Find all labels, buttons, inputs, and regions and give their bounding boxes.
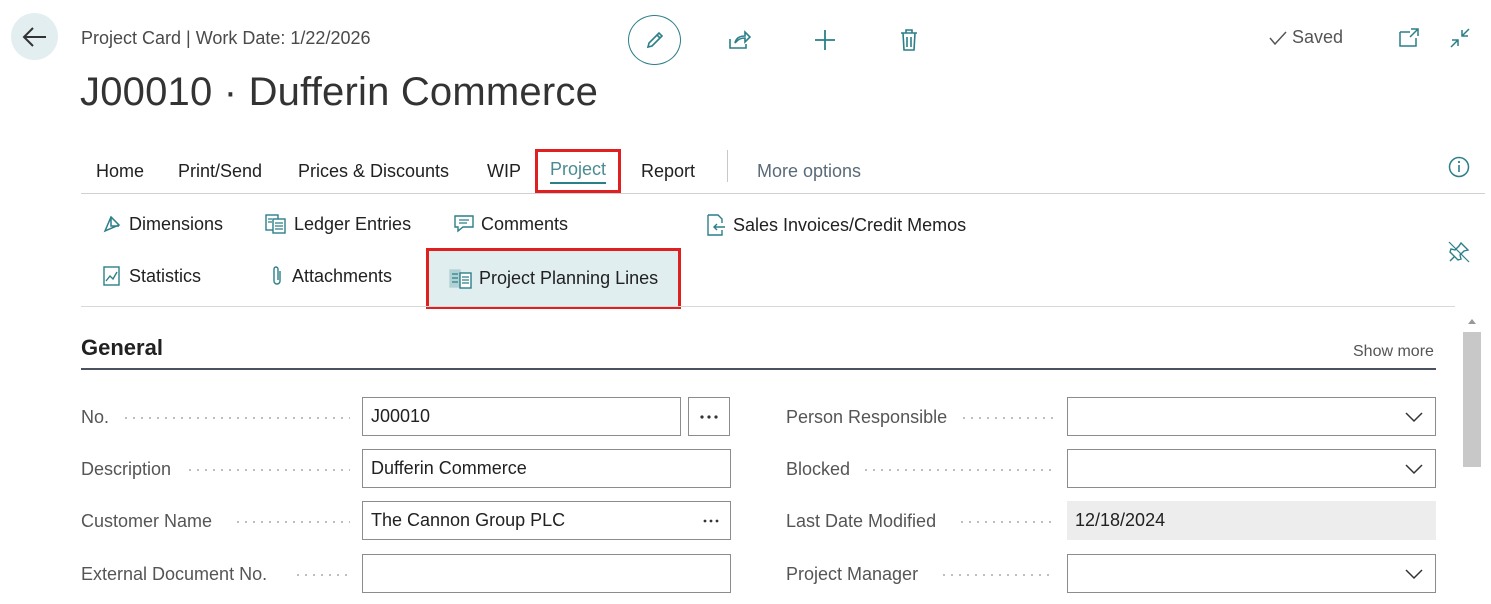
saved-status: Saved bbox=[1268, 27, 1343, 48]
label-leader-dots bbox=[122, 417, 350, 419]
trash-icon bbox=[901, 29, 917, 51]
label-leader-dots bbox=[960, 417, 1055, 419]
section-title-general: General bbox=[81, 335, 163, 360]
info-button[interactable] bbox=[1443, 151, 1475, 183]
back-button[interactable] bbox=[11, 13, 58, 60]
pencil-icon bbox=[646, 31, 663, 49]
top-actions bbox=[628, 14, 925, 66]
customer-name-field[interactable]: The Cannon Group PLC bbox=[362, 501, 731, 540]
page-caption: Project Card | Work Date: 1/22/2026 bbox=[81, 28, 371, 48]
tab-report[interactable]: Report bbox=[641, 150, 695, 192]
label-leader-dots bbox=[940, 574, 1055, 576]
open-new-window-button[interactable] bbox=[1393, 22, 1425, 54]
chevron-down-icon bbox=[1405, 412, 1423, 423]
field-label-person-responsible: Person Responsible bbox=[786, 407, 948, 427]
dimensions-action[interactable]: Dimensions bbox=[101, 213, 223, 235]
content-divider bbox=[81, 306, 1455, 307]
action-bar: Home Print/Send Prices & Discounts WIP P… bbox=[81, 149, 1485, 194]
info-icon bbox=[1448, 156, 1470, 178]
tab-project[interactable]: Project bbox=[535, 149, 622, 193]
last-date-modified-value: 12/18/2024 bbox=[1067, 501, 1436, 540]
chevron-down-icon bbox=[1405, 464, 1423, 475]
ellipsis-icon[interactable] bbox=[702, 518, 720, 524]
collapse-button[interactable] bbox=[1444, 22, 1476, 54]
tab-prices-discounts[interactable]: Prices & Discounts bbox=[298, 150, 449, 192]
page-title: J00010 · Dufferin Commerce bbox=[80, 70, 599, 114]
statistics-action[interactable]: Statistics bbox=[101, 265, 201, 287]
label-leader-dots bbox=[294, 574, 350, 576]
arrow-left-icon bbox=[22, 26, 46, 47]
field-label-blocked: Blocked bbox=[786, 459, 851, 479]
no-field[interactable]: J00010 bbox=[362, 397, 681, 436]
tab-wip[interactable]: WIP bbox=[487, 150, 521, 192]
attachments-action[interactable]: Attachments bbox=[268, 265, 392, 287]
planning-lines-icon bbox=[449, 268, 472, 289]
label-leader-dots bbox=[958, 521, 1055, 523]
ledger-entries-action[interactable]: Ledger Entries bbox=[264, 213, 411, 235]
customer-name-value: The Cannon Group PLC bbox=[371, 510, 566, 530]
saved-label: Saved bbox=[1292, 27, 1344, 47]
document-export-icon bbox=[707, 214, 725, 236]
field-label-no: No. bbox=[81, 407, 110, 427]
edit-button[interactable] bbox=[628, 15, 681, 65]
external-document-no-field[interactable] bbox=[362, 554, 731, 593]
delete-button[interactable] bbox=[893, 24, 925, 56]
section-underline bbox=[81, 368, 1436, 370]
statistics-icon bbox=[103, 266, 120, 286]
open-new-window-icon bbox=[1399, 28, 1419, 47]
share-button[interactable] bbox=[723, 24, 755, 56]
description-field[interactable]: Dufferin Commerce bbox=[362, 449, 731, 488]
field-label-customer-name: Customer Name bbox=[81, 511, 213, 531]
chevron-down-icon bbox=[1405, 569, 1423, 580]
field-label-last-date-modified: Last Date Modified bbox=[786, 511, 937, 531]
ledger-icon bbox=[265, 214, 286, 234]
new-button[interactable] bbox=[809, 24, 841, 56]
tab-print-send[interactable]: Print/Send bbox=[178, 150, 262, 192]
plus-icon bbox=[815, 30, 835, 50]
sales-invoices-action[interactable]: Sales Invoices/Credit Memos bbox=[705, 213, 966, 237]
comments-action[interactable]: Comments bbox=[453, 213, 568, 235]
project-manager-select[interactable] bbox=[1067, 554, 1436, 593]
tab-home[interactable]: Home bbox=[96, 150, 144, 192]
blocked-select[interactable] bbox=[1067, 449, 1436, 488]
comment-icon bbox=[454, 215, 474, 233]
label-leader-dots bbox=[186, 469, 350, 471]
no-assist-button[interactable] bbox=[688, 397, 730, 436]
scrollbar-thumb[interactable] bbox=[1463, 332, 1481, 467]
label-leader-dots bbox=[234, 521, 350, 523]
ellipsis-icon bbox=[700, 414, 718, 419]
project-planning-lines-action[interactable]: Project Planning Lines bbox=[426, 248, 682, 309]
scroll-up-arrow-icon[interactable] bbox=[1462, 314, 1482, 328]
checkmark-icon bbox=[1269, 30, 1287, 45]
field-label-external-document-no: External Document No. bbox=[81, 564, 268, 584]
show-more-link[interactable]: Show more bbox=[1353, 343, 1434, 361]
label-leader-dots bbox=[862, 469, 1055, 471]
field-label-project-manager: Project Manager bbox=[786, 564, 919, 584]
collapse-icon bbox=[1450, 28, 1470, 48]
dimensions-icon bbox=[103, 215, 121, 233]
unpin-icon bbox=[1448, 241, 1470, 263]
person-responsible-select[interactable] bbox=[1067, 397, 1436, 436]
tab-divider bbox=[727, 150, 728, 182]
share-icon bbox=[729, 30, 751, 49]
paperclip-icon bbox=[273, 266, 281, 285]
pin-button[interactable] bbox=[1443, 236, 1475, 268]
field-label-description: Description bbox=[81, 459, 172, 479]
more-options-button[interactable]: More options bbox=[757, 150, 861, 192]
